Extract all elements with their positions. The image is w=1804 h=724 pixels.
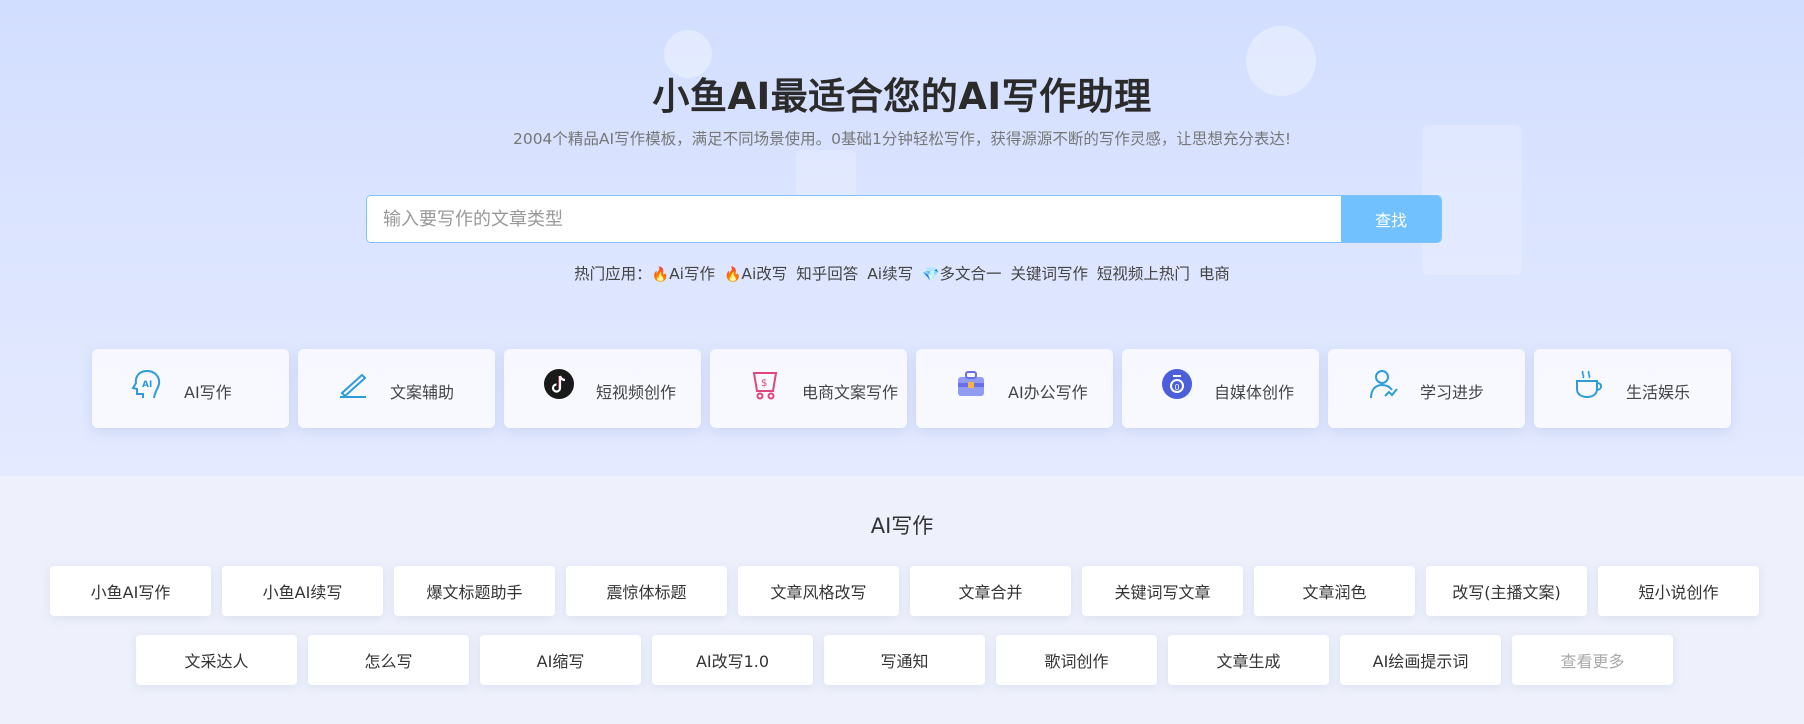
category-label: 生活娱乐 [1626,383,1691,402]
hot-app-label: Ai写作 [669,265,715,283]
hot-apps-bar: 热门应用：🔥Ai写作 🔥Ai改写 知乎回答 Ai续写 💎多文合一 关键词写作 短… [0,262,1804,284]
category-life-entertainment[interactable]: 生活娱乐 [1534,349,1731,428]
template-chip[interactable]: 怎么写 [308,635,469,685]
fire-icon: 🔥 [723,267,742,283]
coffee-cup-icon [1572,367,1606,401]
template-chip[interactable]: 小鱼AI续写 [222,566,383,616]
hot-app-label: Ai改写 [741,265,788,283]
category-label: 学习进步 [1420,383,1485,402]
template-chip[interactable]: 短小说创作 [1598,566,1759,616]
template-chip[interactable]: 写通知 [824,635,985,685]
section-title: AI写作 [870,514,934,538]
template-chip[interactable]: 文采达人 [136,635,297,685]
hot-app-ai-rewrite[interactable]: 🔥Ai改写 [724,265,787,283]
hot-app-zhihu[interactable]: 知乎回答 [796,265,858,283]
template-chip[interactable]: 文章风格改写 [738,566,899,616]
pen-icon [336,367,370,401]
svg-text:$: $ [761,378,767,389]
view-more-button[interactable]: 查看更多 [1512,635,1673,685]
hot-apps-label: 热门应用： [574,265,652,283]
template-row-2: 文采达人 怎么写 AI缩写 AI改写1.0 写通知 歌词创作 文章生成 AI绘画… [136,635,1673,685]
category-study[interactable]: 学习进步 [1328,349,1525,428]
person-icon [1366,367,1400,401]
hot-app-keyword[interactable]: 关键词写作 [1010,265,1088,283]
template-chip[interactable]: AI改写1.0 [652,635,813,685]
category-ecommerce[interactable]: $ 电商文案写作 [710,349,907,428]
category-label: AI办公写作 [1008,383,1088,402]
template-chip[interactable]: 文章合并 [910,566,1071,616]
template-chip[interactable]: 关键词写文章 [1082,566,1243,616]
hot-app-ecommerce[interactable]: 电商 [1199,265,1230,283]
template-row-1: 小鱼AI写作 小鱼AI续写 爆文标题助手 震惊体标题 文章风格改写 文章合并 关… [50,566,1759,616]
hot-app-merge[interactable]: 💎多文合一 [922,265,1001,283]
category-bar: AI AI写作 文案辅助 短视频创作 $ 电商文案写作 AI办公写作 0 自媒体… [92,349,1732,428]
category-office-writing[interactable]: AI办公写作 [916,349,1113,428]
ai-head-icon: AI [130,367,164,401]
hot-app-ai-write[interactable]: 🔥Ai写作 [652,265,715,283]
template-chip[interactable]: 文章生成 [1168,635,1329,685]
tiktok-icon [542,367,576,401]
category-label: AI写作 [184,383,232,402]
search-input[interactable] [367,196,1341,242]
briefcase-icon [954,367,988,401]
template-chip[interactable]: AI缩写 [480,635,641,685]
shopping-bag-icon: $ [748,367,782,401]
category-self-media[interactable]: 0 自媒体创作 [1122,349,1319,428]
hot-app-ai-continue[interactable]: Ai续写 [867,265,913,283]
page-subtitle: 2004个精品AI写作模板，满足不同场景使用。0基础1分钟轻松写作，获得源源不断… [512,130,1292,148]
category-label: 自媒体创作 [1214,383,1295,402]
category-label: 电商文案写作 [802,383,899,402]
template-chip[interactable]: 小鱼AI写作 [50,566,211,616]
search-bar: 查找 [366,195,1442,243]
svg-text:0: 0 [1175,383,1180,392]
media-badge-icon: 0 [1160,367,1194,401]
search-button[interactable]: 查找 [1341,196,1441,242]
template-chip[interactable]: 爆文标题助手 [394,566,555,616]
svg-text:AI: AI [142,380,152,390]
page-title: 小鱼AI最适合您的AI写作助理 [652,75,1152,118]
template-chip[interactable]: 改写(主播文案) [1426,566,1587,616]
template-chip[interactable]: 文章润色 [1254,566,1415,616]
hot-app-short-video[interactable]: 短视频上热门 [1097,265,1190,283]
diamond-icon: 💎 [922,267,940,283]
category-ai-writing[interactable]: AI AI写作 [92,349,289,428]
template-chip[interactable]: AI绘画提示词 [1340,635,1501,685]
template-chip[interactable]: 震惊体标题 [566,566,727,616]
hot-app-label: 多文合一 [939,265,1002,283]
category-label: 短视频创作 [596,383,677,402]
template-chip[interactable]: 歌词创作 [996,635,1157,685]
category-copy-assist[interactable]: 文案辅助 [298,349,495,428]
fire-icon: 🔥 [651,267,670,283]
category-short-video[interactable]: 短视频创作 [504,349,701,428]
category-label: 文案辅助 [390,383,455,402]
